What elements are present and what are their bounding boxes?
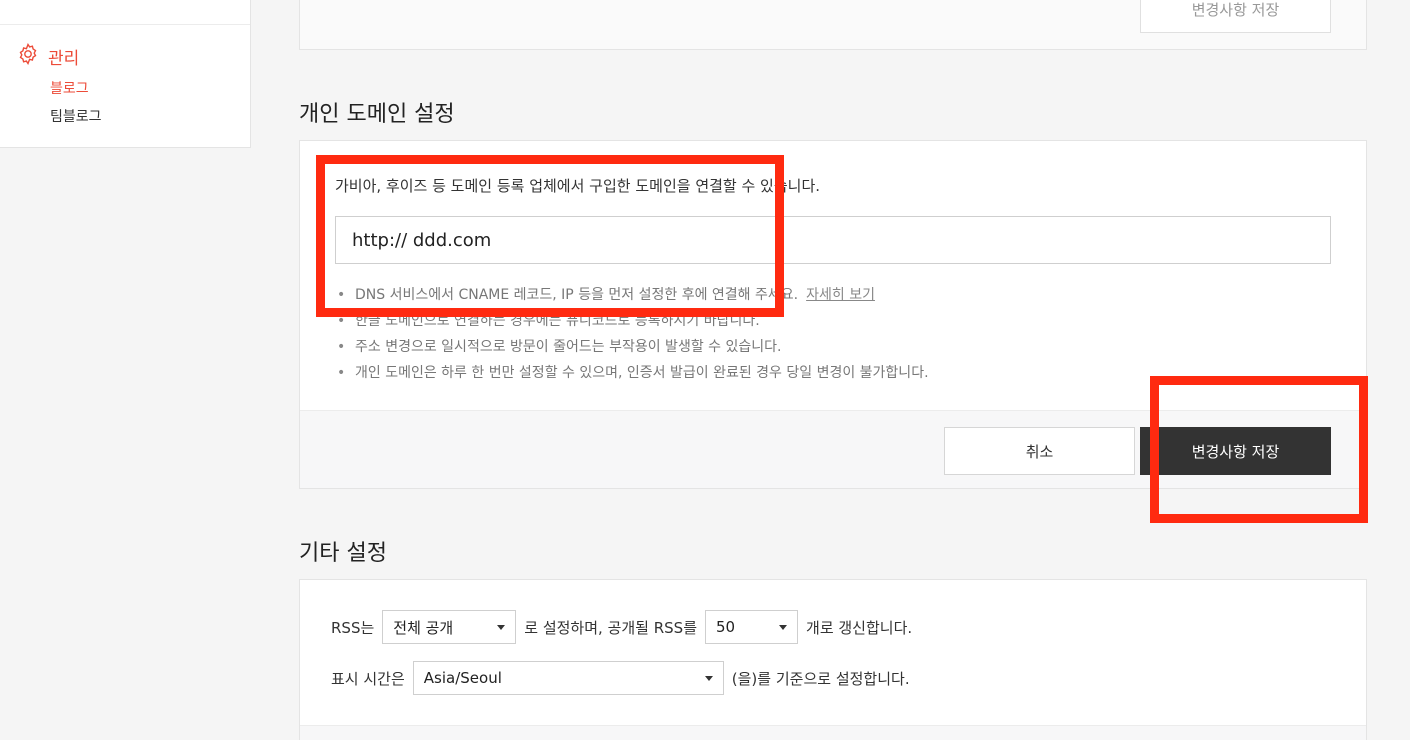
save-button-previous[interactable]: 변경사항 저장 [1140, 0, 1331, 33]
cancel-button[interactable]: 취소 [944, 427, 1135, 475]
rss-count-value: 50 [716, 618, 736, 636]
sidebar-group-header[interactable]: 관리 [16, 42, 79, 71]
timezone-row: 표시 시간은 Asia/Seoul (을)를 기준으로 설정합니다. [331, 661, 910, 695]
domain-input[interactable]: http:// ddd.com [335, 216, 1331, 264]
detail-link[interactable]: 자세히 보기 [806, 287, 875, 303]
note-text: DNS 서비스에서 CNAME 레코드, IP 등을 먼저 설정한 후에 연결해… [355, 287, 799, 303]
chevron-down-icon [779, 624, 788, 630]
list-item: 개인 도메인은 하루 한 번만 설정할 수 있으며, 인증서 발급이 완료된 경… [337, 363, 929, 389]
chevron-down-icon [704, 675, 713, 681]
list-item: 한글 도메인으로 연결하는 경우에는 퓨니코드로 등록하시기 바랍니다. [337, 311, 929, 337]
domain-description: 가비아, 후이즈 등 도메인 등록 업체에서 구입한 도메인을 연결할 수 있습… [335, 177, 821, 195]
time-prefix: 표시 시간은 [331, 669, 405, 688]
sidebar-group-label: 관리 [48, 49, 80, 69]
rss-visibility-select[interactable]: 전체 공개 [382, 610, 517, 644]
note-text: 주소 변경으로 일시적으로 방문이 줄어드는 부작용이 발생할 수 있습니다. [355, 339, 782, 355]
sidebar-divider [0, 24, 250, 25]
save-button[interactable]: 변경사항 저장 [1140, 427, 1331, 475]
note-text: 한글 도메인으로 연결하는 경우에는 퓨니코드로 등록하시기 바랍니다. [355, 313, 760, 329]
note-text: 개인 도메인은 하루 한 번만 설정할 수 있으며, 인증서 발급이 완료된 경… [355, 365, 929, 381]
time-suffix: (을)를 기준으로 설정합니다. [731, 669, 910, 688]
domain-section-title: 개인 도메인 설정 [299, 102, 455, 127]
etc-section-title: 기타 설정 [299, 541, 387, 566]
sidebar-item-blog[interactable]: 블로그 [50, 78, 89, 98]
sidebar-item-teamblog[interactable]: 팀블로그 [50, 106, 102, 126]
previous-settings-card: 변경사항 저장 [299, 0, 1367, 50]
domain-card-footer: 취소 변경사항 저장 [300, 410, 1366, 488]
chevron-down-icon [497, 624, 506, 630]
rss-middle-text: 로 설정하며, 공개될 RSS를 [524, 618, 698, 637]
gear-icon [16, 42, 40, 71]
sidebar-group-manage: 관리 [16, 42, 79, 71]
rss-count-select[interactable]: 50 [705, 610, 799, 644]
domain-settings-card: 가비아, 후이즈 등 도메인 등록 업체에서 구입한 도메인을 연결할 수 있습… [299, 140, 1367, 489]
list-item: 주소 변경으로 일시적으로 방문이 줄어드는 부작용이 발생할 수 있습니다. [337, 337, 929, 363]
rss-suffix: 개로 갱신합니다. [806, 618, 913, 637]
rss-prefix: RSS는 [331, 618, 375, 637]
timezone-value: Asia/Seoul [423, 669, 502, 687]
list-item: DNS 서비스에서 CNAME 레코드, IP 등을 먼저 설정한 후에 연결해… [337, 285, 929, 311]
etc-settings-card: RSS는 전체 공개 로 설정하며, 공개될 RSS를 50 개로 갱신합니다.… [299, 579, 1367, 740]
domain-notes-list: DNS 서비스에서 CNAME 레코드, IP 등을 먼저 설정한 후에 연결해… [337, 285, 929, 389]
timezone-select[interactable]: Asia/Seoul [412, 661, 724, 695]
rss-visibility-value: 전체 공개 [393, 618, 454, 637]
sidebar: 관리 블로그 팀블로그 [0, 0, 251, 148]
etc-card-footer [300, 725, 1366, 740]
rss-row: RSS는 전체 공개 로 설정하며, 공개될 RSS를 50 개로 갱신합니다. [331, 610, 912, 644]
